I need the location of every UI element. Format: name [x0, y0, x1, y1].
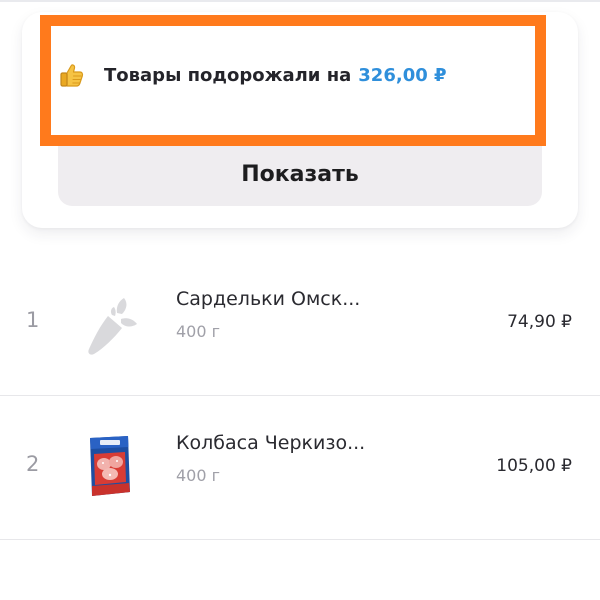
product-weight: 400 г — [176, 466, 221, 485]
product-list: 1 Сардельки Омск... 400 г 74,90 ₽ 2 Колб… — [0, 252, 600, 600]
screen: Показать Товары подорожали на 326,00 ₽ 1… — [0, 0, 600, 600]
price-alert-amount: 326,00 ₽ — [358, 64, 447, 86]
product-row-partial[interactable] — [0, 540, 600, 600]
price-alert: Товары подорожали на 326,00 ₽ — [58, 58, 447, 92]
product-name: Сардельки Омск... — [176, 288, 361, 310]
carrot-placeholder-icon — [88, 298, 137, 355]
product-row[interactable]: 2 Колбаса Черкизо... 400 г 105,00 ₽ — [0, 396, 600, 540]
product-name: Колбаса Черкизо... — [176, 432, 366, 454]
price-alert-text: Товары подорожали на — [104, 64, 352, 86]
top-divider — [0, 0, 600, 2]
product-price: 105,00 ₽ — [496, 456, 572, 476]
product-index: 2 — [26, 452, 40, 476]
product-price: 74,90 ₽ — [507, 312, 572, 332]
thumbs-up-icon — [60, 64, 84, 87]
sausage-package-image — [90, 436, 130, 496]
product-row[interactable]: 1 Сардельки Омск... 400 г 74,90 ₽ — [0, 252, 600, 396]
product-weight: 400 г — [176, 322, 221, 341]
product-index: 1 — [26, 308, 40, 332]
